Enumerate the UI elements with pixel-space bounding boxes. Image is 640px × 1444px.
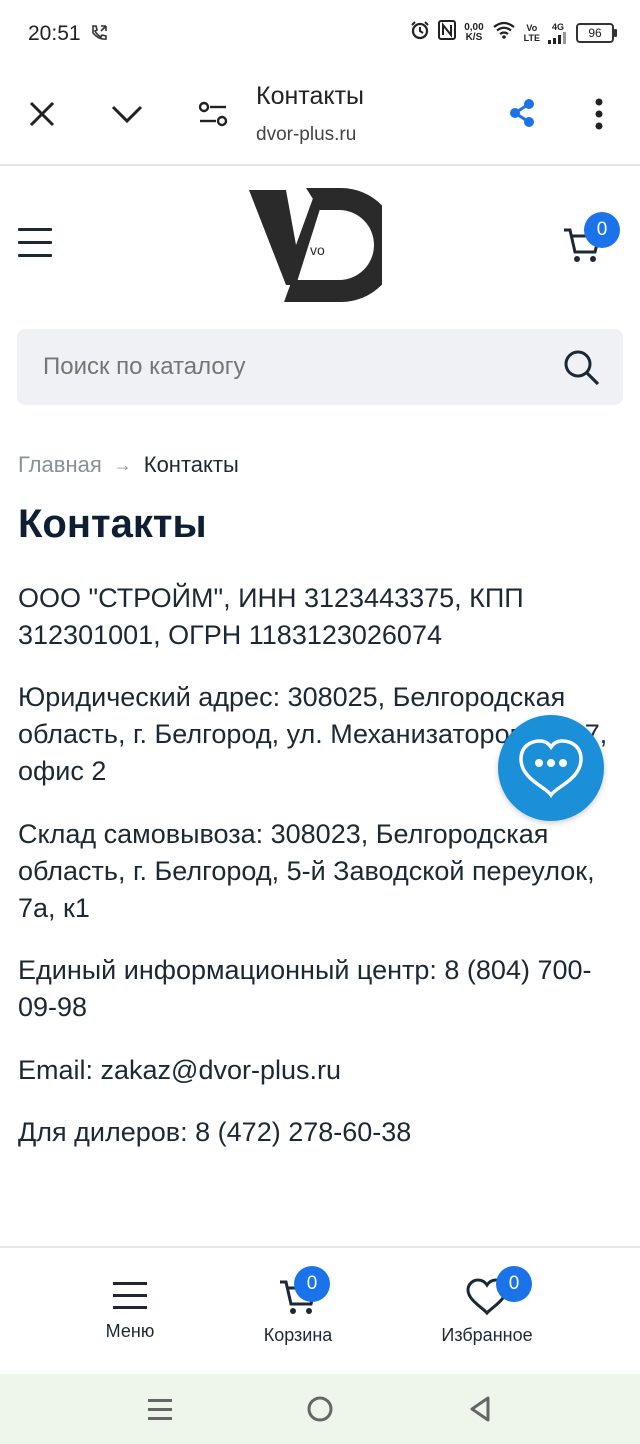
menu-icon <box>113 1282 147 1309</box>
system-navigation-bar <box>0 1374 640 1444</box>
battery-indicator: 96 <box>576 22 617 43</box>
menu-icon[interactable] <box>18 228 52 262</box>
search-bar <box>17 329 623 405</box>
bottom-favorites-badge: 0 <box>496 1266 532 1302</box>
network-speed-value: 0,00 <box>464 21 484 33</box>
bottom-navigation: Меню Корзина 0 Избранное 0 <box>0 1246 640 1376</box>
nfc-icon <box>438 20 457 45</box>
email-link[interactable]: Email: zakaz@dvor-plus.ru <box>18 1052 628 1089</box>
browser-toolbar: Контакты dvor-plus.ru <box>0 70 640 166</box>
recent-apps-icon[interactable] <box>147 1396 173 1427</box>
status-icons: 0,00 K/S Vo LTE 4G 96 <box>410 20 617 45</box>
chat-icon <box>519 739 583 799</box>
share-icon[interactable] <box>508 98 536 133</box>
breadcrumb-home-link[interactable]: Главная <box>18 452 102 478</box>
site-logo[interactable]: vo <box>246 185 398 312</box>
network-speed: 0,00 K/S <box>464 21 484 43</box>
dealers-phone[interactable]: Для дилеров: 8 (472) 278-60-38 <box>18 1114 628 1151</box>
url-display[interactable]: dvor-plus.ru <box>256 124 356 146</box>
status-time: 20:51 <box>28 22 81 45</box>
volte-bottom: LTE <box>523 32 540 43</box>
home-icon[interactable] <box>307 1396 333 1427</box>
bottom-nav-menu-label: Меню <box>105 1321 155 1341</box>
chevron-down-icon[interactable] <box>110 104 144 129</box>
bottom-nav-menu[interactable]: Меню <box>98 1278 162 1342</box>
search-input[interactable] <box>43 353 523 381</box>
page-title: Контакты <box>18 502 207 546</box>
call-icon <box>90 24 108 47</box>
status-bar: 20:51 0,00 K/S Vo LTE 4G 96 <box>0 0 640 70</box>
warehouse-address: Склад самовывоза: 308023, Белгородская о… <box>18 819 595 923</box>
breadcrumb-current: Контакты <box>143 452 239 477</box>
signal-bars-icon <box>548 31 566 44</box>
alarm-icon <box>410 20 430 45</box>
info-center-phone[interactable]: Единый информационный центр: 8 (804) 700… <box>18 952 628 1026</box>
signal-indicator: 4G <box>548 22 568 44</box>
close-icon[interactable] <box>28 100 56 133</box>
wifi-icon <box>492 21 516 44</box>
network-speed-unit: K/S <box>465 31 483 43</box>
back-icon[interactable] <box>468 1395 492 1428</box>
svg-text:vo: vo <box>310 242 325 258</box>
page-settings-icon[interactable] <box>198 100 228 133</box>
page-title-tab: Контакты <box>256 82 364 110</box>
volte-indicator: Vo LTE <box>524 23 540 43</box>
volte-top: Vo <box>526 22 538 33</box>
search-icon[interactable] <box>563 349 601 392</box>
bottom-cart-badge: 0 <box>294 1266 330 1302</box>
breadcrumb-separator: → <box>113 454 132 475</box>
bottom-nav-favorites-label: Избранное <box>441 1325 533 1345</box>
header-cart-badge: 0 <box>584 212 620 248</box>
more-vert-icon[interactable] <box>593 98 605 135</box>
chat-button[interactable] <box>498 715 604 821</box>
bottom-nav-cart-label: Корзина <box>263 1325 333 1345</box>
company-details: ООО "СТРОЙМ", ИНН 3123443375, КПП 312301… <box>18 583 524 650</box>
signal-type: 4G <box>551 21 564 32</box>
breadcrumb: Главная → Контакты <box>18 452 239 478</box>
